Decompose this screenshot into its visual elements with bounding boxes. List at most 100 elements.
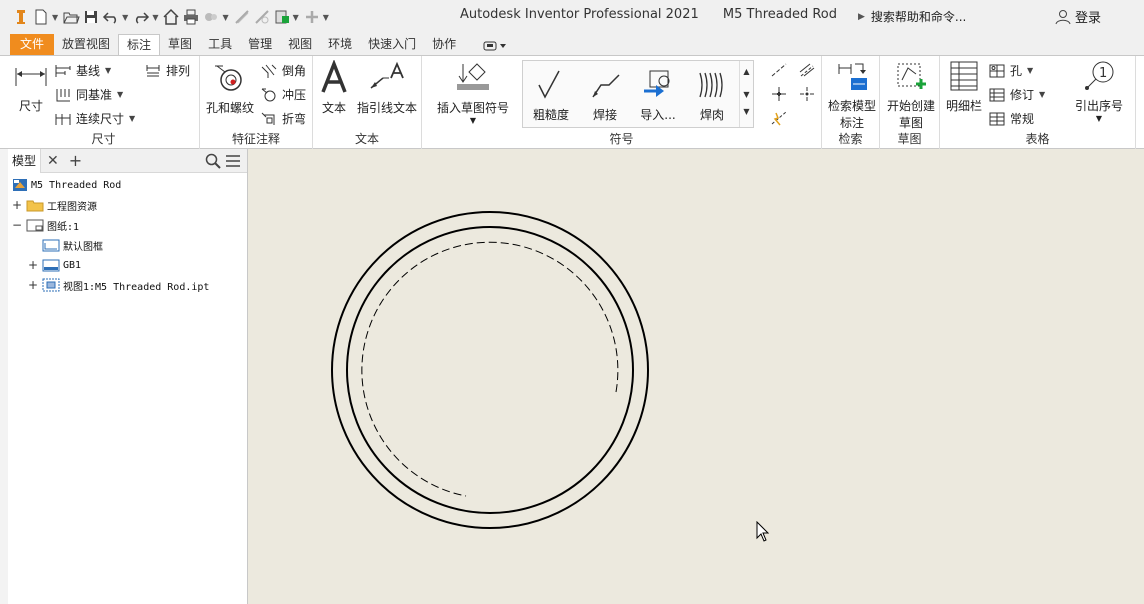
outer-circle[interactable] bbox=[331, 211, 649, 529]
insert-sketch-symbol-dropdown-icon[interactable]: ▼ bbox=[432, 116, 514, 125]
tree-node-drawing-resources[interactable]: + 工程图资源 bbox=[12, 196, 97, 214]
baseline-button[interactable]: 基线 ▼ bbox=[54, 62, 111, 79]
chamfer-button[interactable]: 倒角 bbox=[260, 62, 306, 79]
punch-button[interactable]: 冲压 bbox=[260, 86, 306, 103]
tree-node-document[interactable]: M5 Threaded Rod bbox=[12, 176, 121, 194]
hole-table-button[interactable]: 孔 ▼ bbox=[988, 62, 1033, 79]
tab-file[interactable]: 文件 bbox=[10, 34, 55, 55]
chain-dimension-dropdown-icon[interactable]: ▼ bbox=[129, 114, 135, 123]
mouse-cursor-icon bbox=[756, 521, 770, 542]
login-button[interactable]: 登录 bbox=[1055, 7, 1101, 26]
add-browser-tab-icon[interactable]: + bbox=[69, 151, 82, 170]
expand-icon[interactable]: + bbox=[28, 258, 38, 272]
redo-dropdown-icon[interactable]: ▼ bbox=[152, 13, 158, 22]
appearance-icon bbox=[202, 8, 220, 26]
import-symbol-button[interactable]: 导入... bbox=[633, 67, 683, 123]
ribbon-display-toggle[interactable] bbox=[482, 37, 508, 55]
tab-place-views[interactable]: 放置视图 bbox=[54, 34, 118, 55]
measure-2-icon bbox=[253, 8, 271, 26]
auto-centerline-button[interactable] bbox=[770, 110, 792, 126]
tab-environments[interactable]: 环境 bbox=[320, 34, 360, 55]
tab-collaborate[interactable]: 协作 bbox=[424, 34, 464, 55]
help-search-input[interactable] bbox=[870, 9, 1031, 24]
centered-pattern-button[interactable] bbox=[798, 86, 820, 102]
save-icon[interactable] bbox=[82, 8, 100, 26]
start-sketch-label: 开始创建 bbox=[886, 99, 935, 113]
inventor-logo-icon[interactable] bbox=[12, 8, 30, 26]
arrange-button[interactable]: 排列 bbox=[144, 62, 190, 79]
baseline-dropdown-icon[interactable]: ▼ bbox=[105, 66, 111, 75]
browser-tab-model[interactable]: 模型 bbox=[8, 148, 42, 173]
balloon-dropdown-icon[interactable]: ▼ bbox=[1066, 114, 1132, 123]
tree-node-default-border[interactable]: 默认图框 bbox=[42, 236, 103, 254]
undo-dropdown-icon[interactable]: ▼ bbox=[122, 13, 128, 22]
browser-menu-icon[interactable] bbox=[225, 154, 241, 171]
tab-manage[interactable]: 管理 bbox=[240, 34, 280, 55]
home-icon[interactable] bbox=[162, 8, 180, 26]
leader-text-label: 指引线文本 bbox=[356, 101, 417, 115]
undo-icon[interactable] bbox=[102, 8, 120, 26]
hole-thread-button[interactable]: 孔和螺纹 bbox=[202, 62, 258, 116]
general-table-button[interactable]: 常规 bbox=[988, 110, 1034, 127]
revision-table-dropdown-icon[interactable]: ▼ bbox=[1039, 90, 1045, 99]
tab-tools[interactable]: 工具 bbox=[200, 34, 240, 55]
bend-button[interactable]: 折弯 bbox=[260, 110, 306, 127]
close-browser-tab-icon[interactable]: ✕ bbox=[47, 153, 59, 169]
hole-table-dropdown-icon[interactable]: ▼ bbox=[1027, 66, 1033, 75]
insert-sketch-symbol-button[interactable]: 插入草图符号 ▼ bbox=[432, 60, 514, 125]
tree-node-document-label: M5 Threaded Rod bbox=[31, 179, 122, 191]
collapse-icon[interactable]: − bbox=[12, 218, 22, 232]
symbol-gallery-scroll[interactable]: ▲ ▼ ▼ bbox=[739, 61, 753, 127]
chamfer-label: 倒角 bbox=[282, 64, 307, 78]
expand-icon[interactable]: + bbox=[28, 278, 38, 292]
tree-node-title-block[interactable]: + GB1 bbox=[28, 256, 81, 274]
tab-get-started[interactable]: 快速入门 bbox=[360, 34, 424, 55]
center-mark-button[interactable] bbox=[770, 86, 792, 102]
app-name: Autodesk Inventor Professional 2021 bbox=[460, 7, 699, 22]
redo-icon[interactable] bbox=[132, 8, 150, 26]
centerline-button[interactable] bbox=[770, 62, 792, 78]
retrieve-model-annotations-button[interactable]: 检索模型 标注 bbox=[824, 60, 880, 131]
punch-icon bbox=[261, 88, 276, 101]
ordinate-button[interactable]: 同基准 ▼ bbox=[54, 86, 123, 103]
inner-circle[interactable] bbox=[346, 226, 634, 514]
tab-annotate[interactable]: 标注 bbox=[118, 34, 161, 55]
baseline-label: 基线 bbox=[76, 64, 101, 78]
customize-toolbar-icon[interactable]: ▼ bbox=[323, 13, 329, 22]
start-sketch-button[interactable]: 开始创建 草图 bbox=[882, 60, 940, 131]
search-expand-icon[interactable]: ▶ bbox=[858, 12, 865, 22]
weld-symbol-button[interactable]: 焊接 bbox=[581, 67, 629, 123]
balloon-button[interactable]: 1 引出序号 ▼ bbox=[1066, 60, 1132, 123]
tree-node-sheet[interactable]: − 图纸:1 bbox=[12, 216, 79, 234]
centered-pattern-icon bbox=[800, 87, 814, 101]
surface-symbol-button[interactable]: 粗糙度 bbox=[527, 67, 575, 123]
export-dropdown-icon[interactable]: ▼ bbox=[293, 13, 299, 22]
centerline-bisector-button[interactable] bbox=[798, 62, 820, 78]
new-dropdown-icon[interactable]: ▼ bbox=[52, 13, 58, 22]
open-folder-icon[interactable] bbox=[62, 8, 80, 26]
parts-list-button[interactable]: 明细栏 bbox=[942, 60, 986, 114]
insert-sketch-symbol-label: 插入草图符号 bbox=[436, 101, 509, 115]
text-button[interactable]: 文本 bbox=[317, 60, 351, 116]
chain-dimension-button[interactable]: 连续尺寸 ▼ bbox=[54, 110, 135, 127]
gallery-scroll-down-icon[interactable]: ▼ bbox=[740, 90, 753, 99]
drawing-canvas[interactable] bbox=[248, 149, 1144, 604]
appearance-dropdown-icon[interactable]: ▼ bbox=[222, 13, 228, 22]
ordinate-dropdown-icon[interactable]: ▼ bbox=[117, 90, 123, 99]
revision-table-button[interactable]: 修订 ▼ bbox=[988, 86, 1045, 103]
dimension-button[interactable]: 尺寸 bbox=[12, 60, 50, 114]
chamfer-icon bbox=[261, 64, 277, 78]
browser-search-icon[interactable] bbox=[205, 153, 221, 172]
tab-view[interactable]: 视图 bbox=[280, 34, 320, 55]
expand-icon[interactable]: + bbox=[12, 198, 22, 212]
browser-header: 模型 ✕ + bbox=[8, 148, 247, 173]
leader-text-button[interactable]: 指引线文本 bbox=[355, 60, 419, 116]
tree-node-view[interactable]: + 视图1:M5 Threaded Rod.ipt bbox=[28, 276, 209, 294]
caterpillar-button[interactable]: 焊肉 bbox=[687, 67, 737, 123]
gallery-scroll-up-icon[interactable]: ▲ bbox=[740, 67, 753, 76]
export-icon[interactable] bbox=[273, 8, 291, 26]
gallery-expand-icon[interactable]: ▼ bbox=[740, 107, 753, 116]
print-icon[interactable] bbox=[182, 8, 200, 26]
tab-sketch[interactable]: 草图 bbox=[160, 34, 200, 55]
new-file-icon[interactable] bbox=[32, 8, 50, 26]
